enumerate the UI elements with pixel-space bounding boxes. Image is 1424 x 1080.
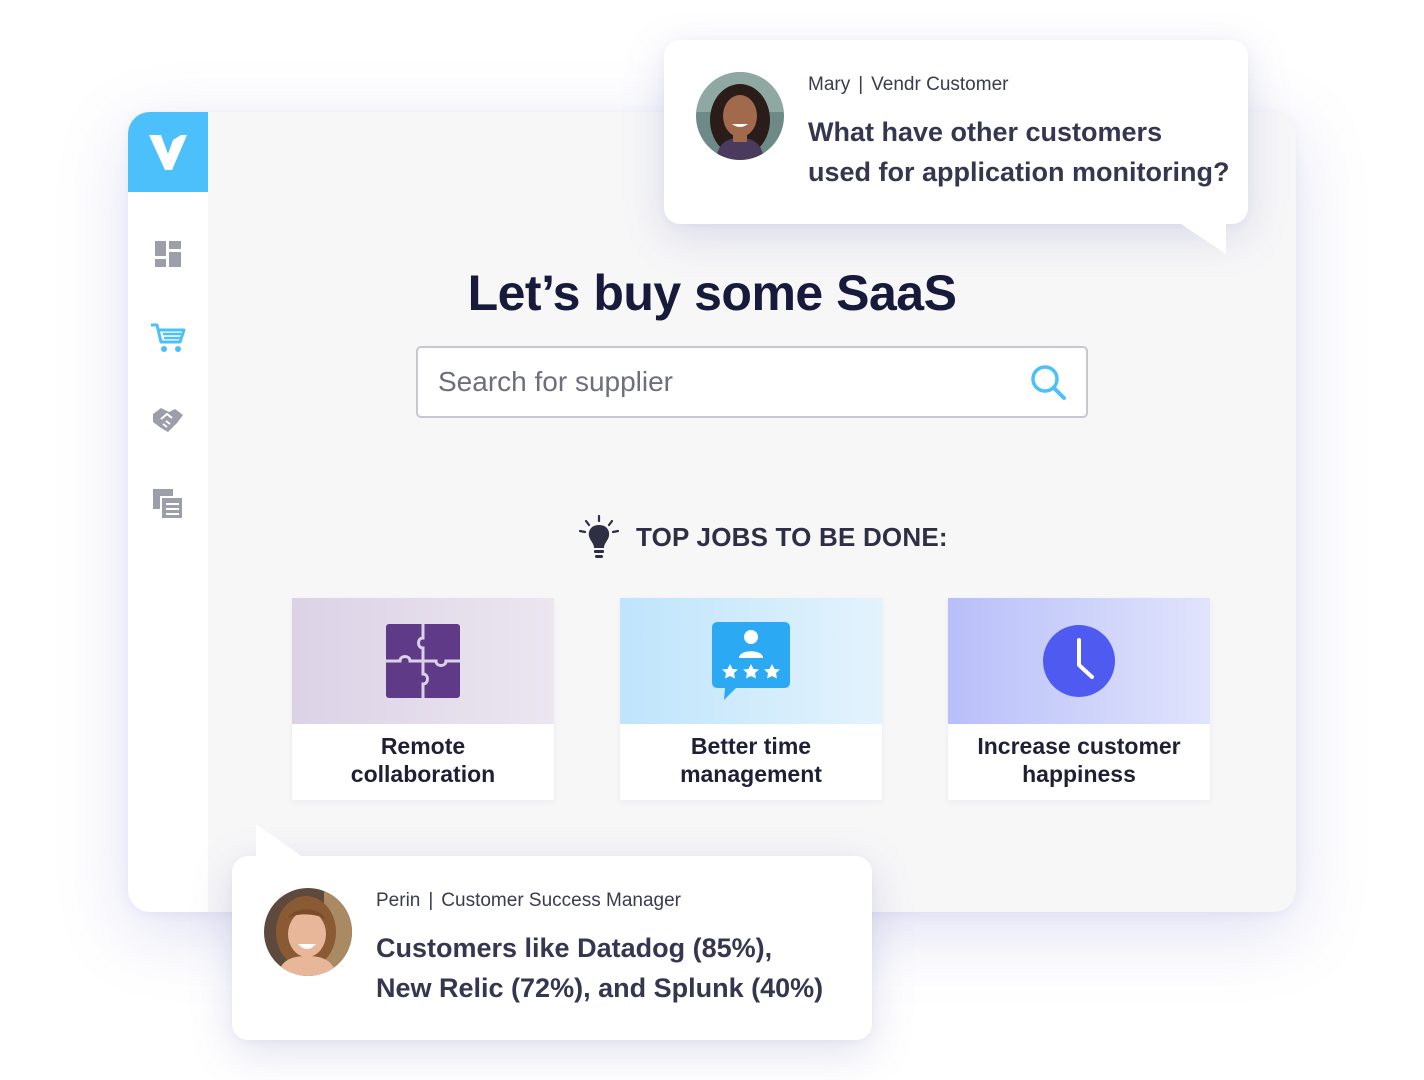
app-window: Let’s buy some SaaS TOP JOBS TO BE DONE: xyxy=(128,112,1296,912)
job-card-title: Increase customer happiness xyxy=(977,733,1181,787)
job-card-title: Remote collaboration xyxy=(350,733,496,787)
search-icon[interactable] xyxy=(1028,362,1068,402)
customer-meta: Mary | Vendr Customer xyxy=(808,74,1008,96)
lightbulb-icon xyxy=(578,515,620,558)
handshake-icon xyxy=(153,408,183,432)
agent-chat-bubble: Perin | Customer Success Manager Customers… xyxy=(232,824,872,1040)
customer-chat-bubble: Mary | Vendr Customer What have other cust… xyxy=(664,40,1248,254)
avatar xyxy=(264,888,352,976)
jobs-header: TOP JOBS TO BE DONE: xyxy=(578,514,948,560)
bubble-tail xyxy=(1178,222,1226,254)
customer-role: Vendr Customer xyxy=(871,74,1009,95)
nav-buy[interactable] xyxy=(150,320,186,356)
job-card-art xyxy=(292,598,554,724)
job-card-title: Better time management xyxy=(680,733,822,787)
vendr-logo[interactable] xyxy=(128,112,208,192)
meta-separator: | xyxy=(858,74,864,95)
job-card-remote-collaboration[interactable]: Remote collaboration xyxy=(292,598,554,800)
nav-negotiations[interactable] xyxy=(150,402,186,438)
documents-icon xyxy=(153,489,183,519)
avatar xyxy=(696,72,784,160)
agent-name: Perin xyxy=(376,890,421,911)
clock-icon xyxy=(1043,625,1115,697)
rating-chat-icon xyxy=(712,622,790,700)
nav-documents[interactable] xyxy=(150,486,186,522)
job-card-better-time-management[interactable]: Better time management xyxy=(620,598,882,800)
customer-message: What have other customers used for appli… xyxy=(808,117,1230,187)
sidebar xyxy=(128,112,208,912)
job-card-art xyxy=(948,598,1210,724)
puzzle-icon xyxy=(386,624,460,698)
agent-message: Customers like Datadog (85%), New Relic … xyxy=(376,933,824,1003)
job-card-art xyxy=(620,598,882,724)
shopping-cart-icon xyxy=(151,323,186,352)
bubble-tail xyxy=(256,824,304,858)
meta-separator: | xyxy=(428,890,434,911)
jobs-header-label: TOP JOBS TO BE DONE: xyxy=(636,521,948,552)
agent-role: Customer Success Manager xyxy=(441,890,682,911)
agent-avatar-icon xyxy=(264,888,352,976)
agent-meta: Perin | Customer Success Manager xyxy=(376,890,681,912)
customer-avatar-icon xyxy=(696,72,784,160)
job-card-increase-customer-happiness[interactable]: Increase customer happiness xyxy=(948,598,1210,800)
search-box[interactable] xyxy=(416,346,1088,418)
search-input[interactable] xyxy=(418,348,1018,416)
customer-name: Mary xyxy=(808,74,851,95)
vendr-logo-icon xyxy=(149,135,187,170)
page-title: Let’s buy some SaaS xyxy=(467,265,957,321)
